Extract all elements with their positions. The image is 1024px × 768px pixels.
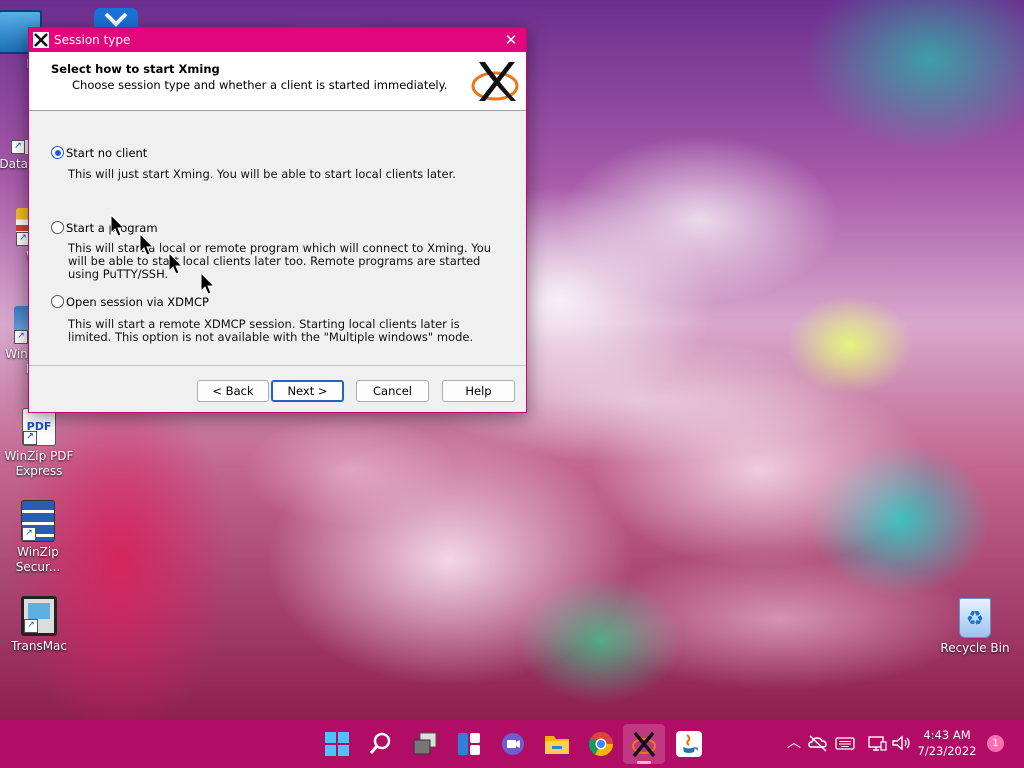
- open-session-xdmcp-label[interactable]: Open session via XDMCP: [66, 295, 209, 309]
- desktop-icon-label: WinZip Secur...: [15, 545, 61, 574]
- mouse-cursor-icon: [139, 233, 155, 256]
- xming-x-logo-icon: [471, 62, 519, 101]
- open-session-xdmcp-description: This will start a remote XDMCP session. …: [68, 317, 474, 344]
- task-view-icon[interactable]: [411, 730, 439, 758]
- shortcut-arrow-icon: ↗: [23, 431, 37, 445]
- onedrive-offline-icon[interactable]: [807, 732, 829, 754]
- cancel-button[interactable]: Cancel: [356, 380, 429, 402]
- start-no-client-label[interactable]: Start no client: [66, 146, 147, 160]
- desktop-icon-label: TransMac: [10, 639, 67, 653]
- java-icon[interactable]: [675, 730, 703, 758]
- chevron-up-icon[interactable]: ︿: [783, 732, 805, 754]
- session-type-dialog: Session type ✕ Select how to start Xming…: [28, 27, 527, 413]
- widgets-icon[interactable]: [455, 730, 483, 758]
- volume-icon[interactable]: [890, 732, 912, 754]
- close-icon[interactable]: ✕: [496, 28, 526, 52]
- network-icon[interactable]: [866, 732, 888, 754]
- active-app-indicator: [637, 761, 651, 764]
- desktop-icon-recycle-bin[interactable]: ♻ Recycle Bin: [937, 598, 1013, 656]
- clock-time: 4:43 AM: [923, 728, 971, 742]
- help-button[interactable]: Help: [442, 380, 515, 402]
- open-session-xdmcp-radio[interactable]: [51, 295, 64, 308]
- dialog-title: Session type: [54, 33, 131, 47]
- header-subtitle: Choose session type and whether a client…: [72, 78, 448, 92]
- xming-taskbar-button[interactable]: [623, 724, 665, 764]
- desktop-icon-transmac[interactable]: ↗ TransMac: [1, 596, 77, 654]
- next-button[interactable]: Next >: [271, 380, 344, 402]
- desktop-icon-winzip-pdf-express[interactable]: PDF ↗ WinZip PDF Express: [1, 408, 77, 479]
- start-a-program-description: This will start a local or remote progra…: [68, 241, 492, 281]
- shortcut-arrow-icon: ↗: [24, 619, 38, 633]
- desktop-icon-label: Recycle Bin: [940, 641, 1010, 655]
- dialog-titlebar[interactable]: Session type ✕: [29, 28, 526, 52]
- system-clock[interactable]: 4:43 AM 7/23/2022: [912, 727, 982, 759]
- taskbar: ︿ 4:43 AM 7/23/2022 1: [0, 720, 1024, 768]
- xming-logo-icon: [33, 32, 49, 48]
- shortcut-arrow-icon: ↗: [14, 330, 28, 344]
- server-icon: ↗: [21, 500, 55, 542]
- clock-date: 7/23/2022: [917, 744, 977, 758]
- footer-divider: [29, 365, 526, 366]
- start-icon[interactable]: [323, 730, 351, 758]
- mouse-cursor-icon: [110, 214, 126, 237]
- start-no-client-description: This will just start Xming. You will be …: [68, 167, 456, 181]
- start-a-program-radio[interactable]: [51, 221, 64, 234]
- notification-badge[interactable]: 1: [987, 735, 1004, 752]
- mouse-cursor-icon: [200, 272, 216, 295]
- chat-icon[interactable]: [499, 730, 527, 758]
- desktop-icon-winzip-secure[interactable]: ↗ WinZip Secur...: [0, 500, 76, 575]
- mac-computer-icon: ↗: [21, 596, 57, 636]
- xming-icon: [632, 731, 656, 758]
- mouse-cursor-icon: [168, 252, 184, 275]
- desktop-icon-label: WinZip PDF Express: [4, 449, 74, 478]
- chrome-icon[interactable]: [587, 730, 615, 758]
- dialog-header: Select how to start Xming Choose session…: [29, 52, 526, 111]
- recycle-bin-icon: ♻: [959, 598, 991, 638]
- file-explorer-icon[interactable]: [543, 730, 571, 758]
- keyboard-icon[interactable]: [834, 732, 856, 754]
- header-title: Select how to start Xming: [51, 62, 220, 76]
- back-button[interactable]: < Back: [197, 380, 269, 402]
- shortcut-arrow-icon: ↗: [11, 140, 25, 154]
- shortcut-arrow-icon: ↗: [22, 527, 36, 541]
- pdf-icon: PDF ↗: [22, 408, 56, 446]
- search-icon[interactable]: [367, 730, 395, 758]
- start-no-client-radio[interactable]: [51, 146, 64, 159]
